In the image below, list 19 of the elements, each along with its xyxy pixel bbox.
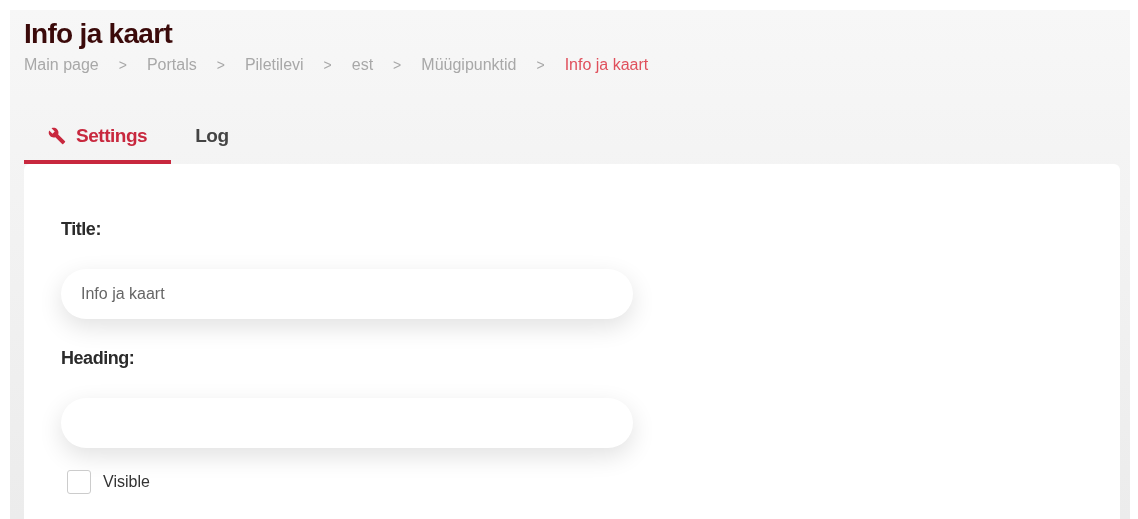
page-title: Info ja kaart [24, 17, 173, 50]
breadcrumb-current: Info ja kaart [564, 55, 649, 75]
tab[interactable]: Log [171, 112, 253, 164]
input-field[interactable]: Info ja kaart [61, 269, 633, 319]
breadcrumb-link[interactable]: Main page [24, 54, 99, 76]
checkbox[interactable] [67, 470, 91, 494]
checkbox-label: Visible [103, 472, 150, 492]
breadcrumb-link[interactable]: est [351, 54, 374, 76]
field-label: Title: [61, 218, 101, 241]
field-label: Heading: [61, 347, 135, 370]
breadcrumb-separator: > [118, 56, 127, 75]
breadcrumb-link[interactable]: Piletilevi [244, 54, 304, 76]
breadcrumb-link[interactable]: Portals [146, 54, 197, 76]
wrench-icon [48, 127, 66, 145]
breadcrumb-separator: > [393, 56, 402, 75]
breadcrumb-separator: > [323, 56, 332, 75]
breadcrumb-separator: > [216, 56, 225, 75]
breadcrumb-separator: > [536, 56, 545, 75]
breadcrumb-link[interactable]: Müügipunktid [421, 54, 517, 76]
